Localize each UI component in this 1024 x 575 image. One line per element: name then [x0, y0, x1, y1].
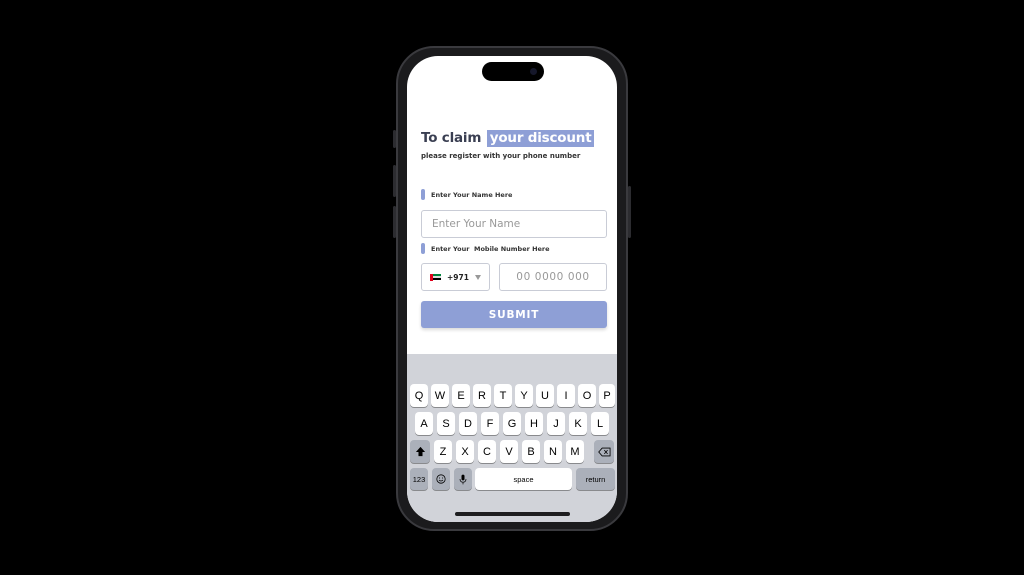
key-k[interactable]: K	[569, 412, 587, 435]
phone-input-placeholder: 00 0000 000	[516, 271, 590, 283]
microphone-key[interactable]	[454, 468, 472, 490]
delete-key[interactable]	[594, 440, 614, 463]
key-a[interactable]: A	[415, 412, 433, 435]
action-button	[393, 130, 396, 148]
space-key[interactable]: space	[475, 468, 572, 490]
return-key[interactable]: return	[576, 468, 615, 490]
key-w[interactable]: W	[431, 384, 449, 407]
camera-icon	[530, 68, 537, 75]
headline-text: To claim	[421, 130, 482, 146]
key-o[interactable]: O	[578, 384, 596, 407]
key-e[interactable]: E	[452, 384, 470, 407]
mobile-label-text: Enter Your Mobile Number Here	[431, 244, 550, 253]
key-u[interactable]: U	[536, 384, 554, 407]
submit-button[interactable]: SUBMIT	[421, 301, 607, 328]
country-code-select[interactable]: +971	[421, 263, 490, 291]
chevron-down-icon	[475, 275, 481, 280]
backspace-icon	[597, 447, 610, 456]
name-input-placeholder: Enter Your Name	[432, 218, 521, 230]
key-t[interactable]: T	[494, 384, 512, 407]
key-f[interactable]: F	[481, 412, 499, 435]
volume-up-button	[393, 165, 396, 197]
numbers-key[interactable]: 123	[410, 468, 428, 490]
country-code-value: +971	[447, 272, 469, 282]
key-r[interactable]: R	[473, 384, 491, 407]
key-h[interactable]: H	[525, 412, 543, 435]
key-x[interactable]: X	[456, 440, 474, 463]
page-title: To claim your discount	[421, 130, 595, 147]
key-q[interactable]: Q	[410, 384, 428, 407]
volume-down-button	[393, 206, 396, 238]
home-indicator	[455, 512, 570, 516]
key-i[interactable]: I	[557, 384, 575, 407]
headline-highlight: your discount	[486, 130, 595, 147]
key-g[interactable]: G	[503, 412, 521, 435]
key-d[interactable]: D	[459, 412, 477, 435]
dynamic-island	[482, 62, 544, 81]
phone-number-input[interactable]: 00 0000 000	[499, 263, 607, 291]
microphone-icon	[459, 474, 467, 484]
key-m[interactable]: M	[566, 440, 584, 463]
key-s[interactable]: S	[437, 412, 455, 435]
key-y[interactable]: Y	[515, 384, 533, 407]
name-field-label: Enter Your Name Here	[421, 189, 512, 200]
shift-key[interactable]	[410, 440, 430, 463]
key-b[interactable]: B	[522, 440, 540, 463]
key-z[interactable]: Z	[434, 440, 452, 463]
power-button	[628, 186, 631, 238]
key-l[interactable]: L	[591, 412, 609, 435]
label-accent-bar	[421, 243, 425, 254]
phone-frame: To claim your discount please register w…	[393, 46, 631, 531]
emoji-key[interactable]	[432, 468, 450, 490]
key-j[interactable]: J	[547, 412, 565, 435]
emoji-icon	[436, 474, 446, 484]
mobile-field-label: Enter Your Mobile Number Here	[421, 243, 550, 254]
page-subtitle: please register with your phone number	[421, 152, 581, 160]
uae-flag-icon	[430, 273, 441, 281]
key-p[interactable]: P	[599, 384, 615, 407]
label-accent-bar	[421, 189, 425, 200]
on-screen-keyboard: Q W E R T Y U I O P A S D F G H J K L Z …	[407, 354, 617, 522]
key-n[interactable]: N	[544, 440, 562, 463]
phone-screen: To claim your discount please register w…	[407, 56, 617, 522]
key-v[interactable]: V	[500, 440, 518, 463]
name-input[interactable]: Enter Your Name	[421, 210, 607, 238]
key-c[interactable]: C	[478, 440, 496, 463]
shift-icon	[415, 446, 425, 457]
name-label-text: Enter Your Name Here	[431, 190, 513, 199]
